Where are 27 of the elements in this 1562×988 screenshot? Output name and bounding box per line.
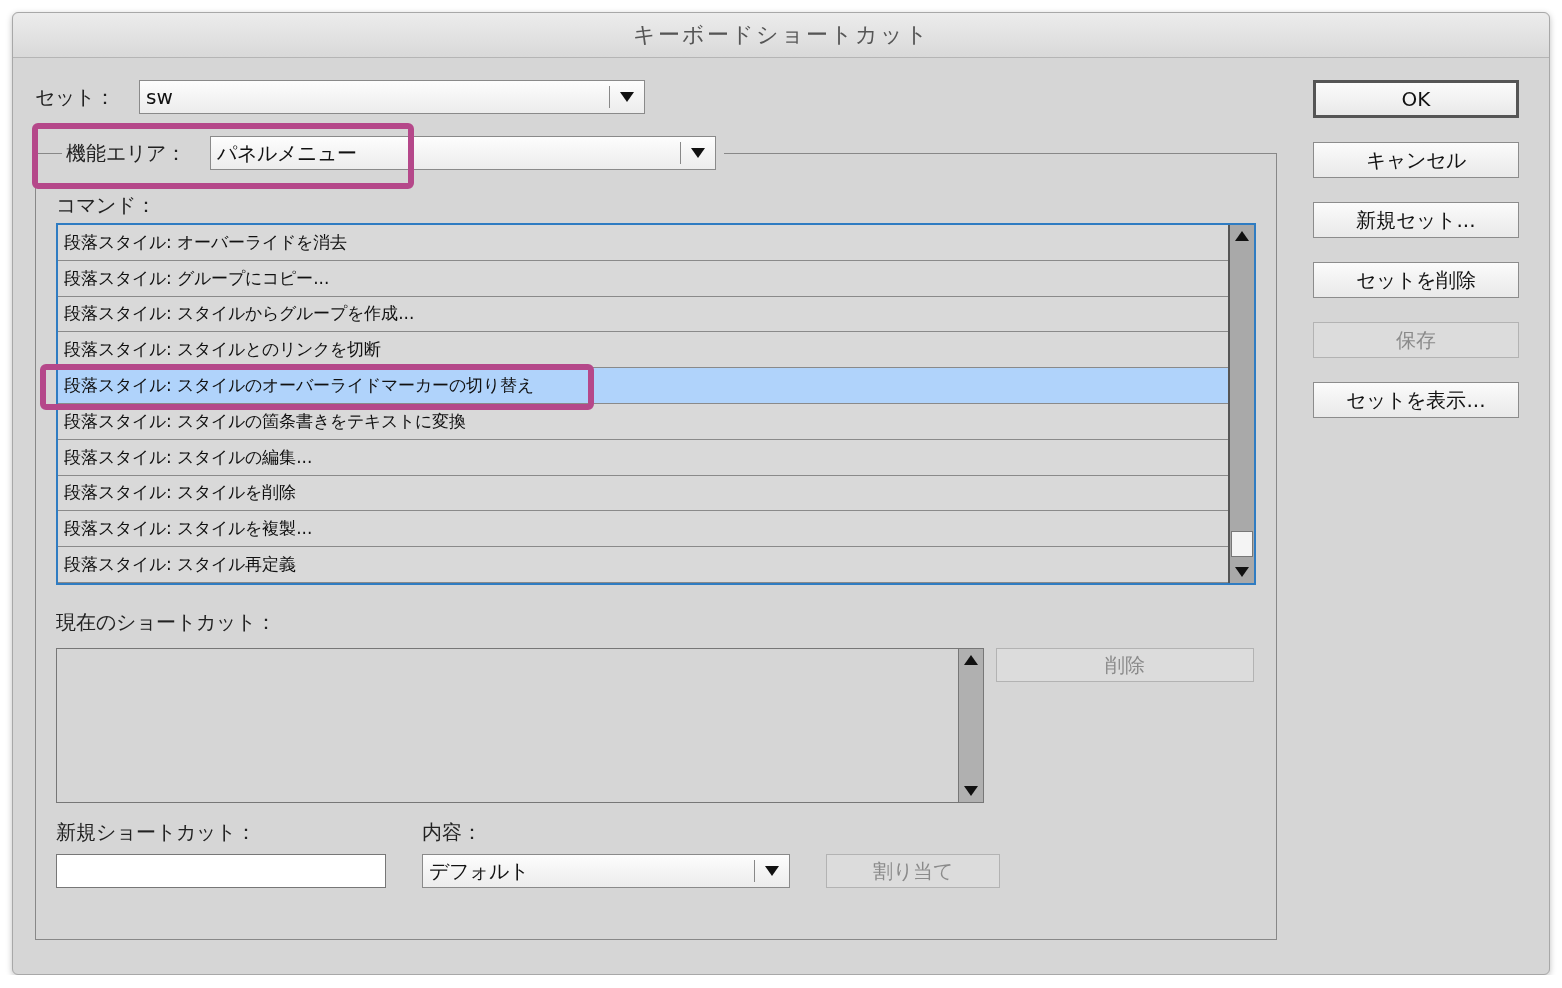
command-item[interactable]: 段落スタイル: スタイルのオーバーライドマーカーの切り替え [58, 368, 1228, 404]
scroll-up-icon[interactable] [964, 655, 978, 665]
dialog-button[interactable]: OK [1313, 80, 1519, 118]
caret-icon [765, 866, 779, 876]
scroll-up-icon[interactable] [1235, 231, 1249, 241]
shortcut-input[interactable] [56, 854, 386, 888]
caret-icon [620, 92, 634, 102]
dropdown[interactable]: sw [139, 80, 645, 114]
window-title: キーボードショートカット [632, 21, 930, 49]
dialog-button[interactable]: キャンセル [1313, 142, 1519, 178]
dialog-button[interactable]: セットを削除 [1313, 262, 1519, 298]
feature-area-label: 機能エリア： [66, 139, 186, 167]
scrollbar[interactable] [958, 649, 983, 802]
scrollbar[interactable] [1228, 225, 1254, 583]
caret-icon [691, 148, 705, 158]
dropdown[interactable]: パネルメニュー [210, 136, 716, 170]
commands-label: コマンド： [56, 192, 157, 219]
context-label: 内容： [422, 819, 483, 846]
dropdown[interactable]: デフォルト [422, 854, 790, 888]
current-shortcuts-label: 現在のショートカット： [56, 610, 276, 634]
dialog-button[interactable]: 新規セット... [1313, 202, 1519, 238]
new-shortcut-label: 新規ショートカット： [56, 819, 257, 846]
scroll-down-icon[interactable] [964, 786, 978, 796]
set-label: セット： [35, 83, 115, 111]
dialog-button[interactable]: セットを表示... [1313, 382, 1519, 418]
scroll-down-icon[interactable] [1235, 567, 1249, 577]
scroll-thumb[interactable] [1231, 531, 1253, 557]
